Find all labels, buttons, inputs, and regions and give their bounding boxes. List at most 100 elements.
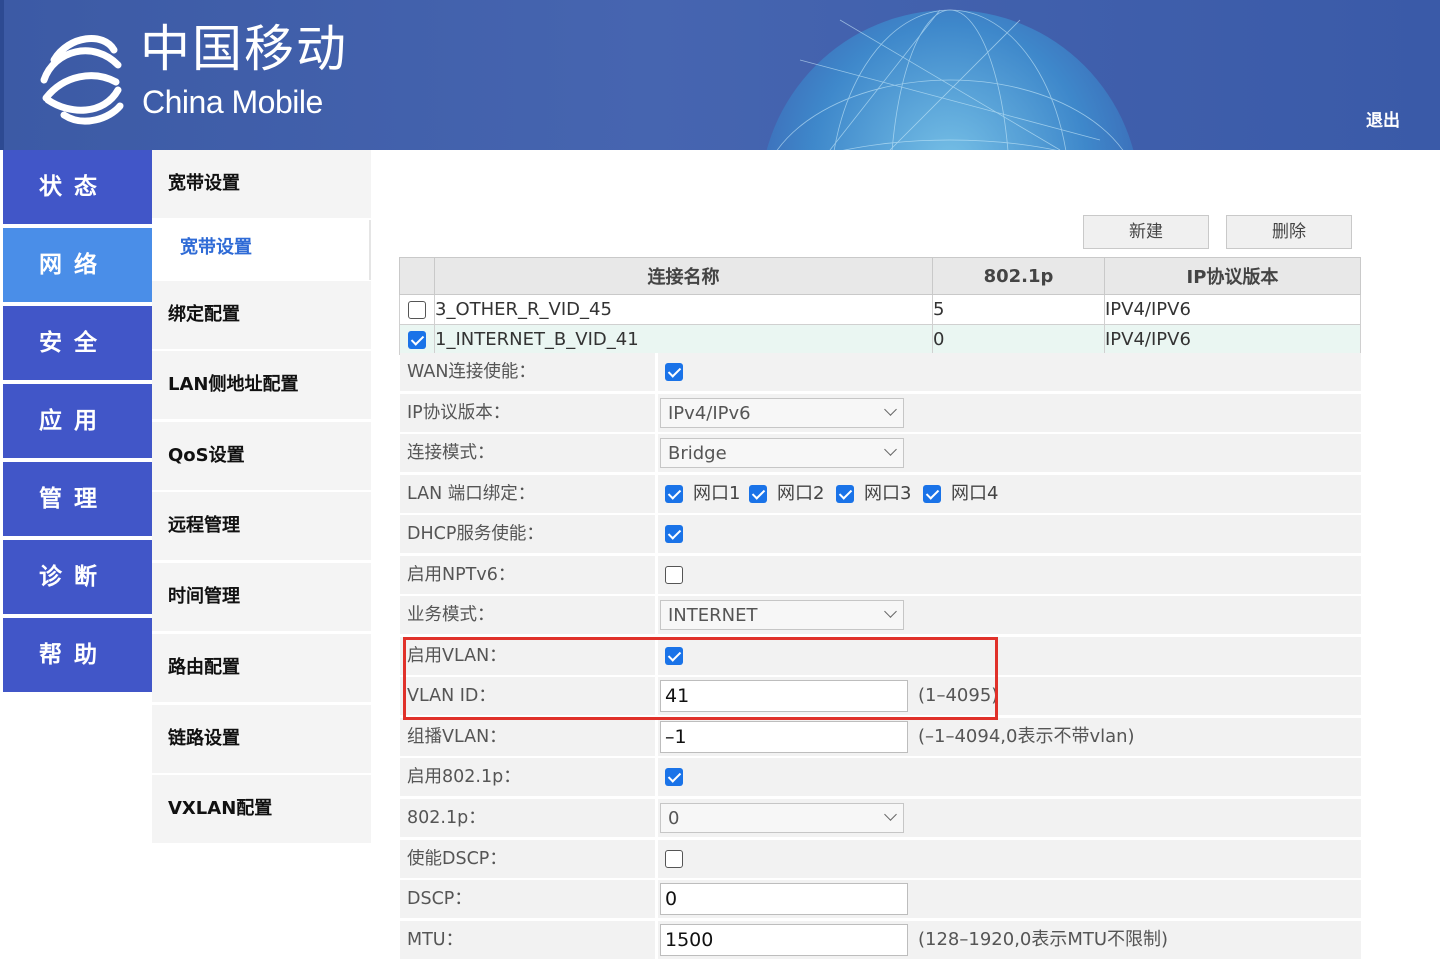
brand-chinese-name: 中国移动 bbox=[140, 20, 348, 78]
mtu-label: MTU： bbox=[407, 930, 464, 950]
form-row-mtu: MTU： 1500 (128–1920,0表示MTU不限制) bbox=[400, 921, 1361, 962]
wan-enable-checkbox[interactable] bbox=[665, 363, 683, 381]
mtu-input[interactable]: 1500 bbox=[660, 924, 908, 956]
subnav-broadband-settings[interactable]: 宽带设置 bbox=[167, 220, 371, 280]
row-ipver: IPV4/IPV6 bbox=[1104, 294, 1361, 325]
connection-table: 连接名称 802.1p IP协议版本 3_OTHER_R_VID_45 5 IP… bbox=[399, 257, 1361, 355]
form-row-service-mode: 业务模式： INTERNET bbox=[400, 596, 1361, 637]
brand-english-name: China Mobile bbox=[142, 84, 323, 120]
form-row-conn-mode: 连接模式： Bridge bbox=[400, 434, 1361, 475]
new-button[interactable]: 新建 bbox=[1083, 215, 1209, 249]
subnav-link-settings[interactable]: 链路设置 bbox=[152, 705, 371, 773]
row-8021p: 5 bbox=[932, 294, 1105, 325]
globe-graphic-icon bbox=[766, 9, 1134, 150]
vlan-highlight-box bbox=[403, 637, 998, 720]
row-ipver: IPV4/IPV6 bbox=[1104, 324, 1361, 355]
enable-8021p-label: 启用802.1p： bbox=[407, 767, 521, 787]
dhcp-enable-label: DHCP服务使能： bbox=[407, 524, 544, 544]
service-mode-value: INTERNET bbox=[668, 605, 758, 626]
chevron-down-icon bbox=[884, 443, 897, 456]
multicast-vlan-label: 组播VLAN： bbox=[407, 727, 507, 747]
wan-enable-label: WAN连接使能： bbox=[407, 362, 536, 382]
ip-version-select[interactable]: IPv4/IPv6 bbox=[660, 398, 904, 428]
subnav-remote-management[interactable]: 远程管理 bbox=[152, 492, 371, 560]
nav-item-diagnosis[interactable]: 诊断 bbox=[3, 540, 152, 614]
chevron-down-icon bbox=[884, 808, 897, 821]
nav-item-management[interactable]: 管理 bbox=[3, 462, 152, 536]
form-row-nptv6: 启用NPTv6： bbox=[400, 556, 1361, 597]
multicast-vlan-input[interactable]: –1 bbox=[660, 721, 908, 753]
p8021-select[interactable]: 0 bbox=[660, 803, 904, 833]
subnav-lan-address-config[interactable]: LAN侧地址配置 bbox=[152, 351, 371, 419]
service-mode-select[interactable]: INTERNET bbox=[660, 600, 904, 630]
china-mobile-logo-icon bbox=[40, 35, 124, 125]
row-name: 1_INTERNET_B_VID_41 bbox=[434, 324, 933, 355]
p8021-value: 0 bbox=[668, 808, 680, 829]
subnav-time-management[interactable]: 时间管理 bbox=[152, 563, 371, 631]
enable-8021p-checkbox[interactable] bbox=[665, 768, 683, 786]
subnav-vxlan-config[interactable]: VXLAN配置 bbox=[152, 775, 371, 843]
nav-item-status[interactable]: 状态 bbox=[3, 150, 152, 224]
form-row-dscp: DSCP： 0 bbox=[400, 880, 1361, 921]
delete-button[interactable]: 删除 bbox=[1226, 215, 1352, 249]
form-row-dhcp-enable: DHCP服务使能： bbox=[400, 515, 1361, 556]
lan-port4-label: 网口4 bbox=[951, 483, 999, 504]
table-row-selected[interactable]: 1_INTERNET_B_VID_41 0 IPV4/IPV6 bbox=[399, 324, 1361, 355]
conn-mode-select[interactable]: Bridge bbox=[660, 438, 904, 468]
lan-bind-label: LAN 端口绑定： bbox=[407, 484, 536, 504]
lan-port4-checkbox[interactable] bbox=[923, 485, 941, 503]
table-row[interactable]: 3_OTHER_R_VID_45 5 IPV4/IPV6 bbox=[399, 294, 1361, 325]
dscp-enable-label: 使能DSCP： bbox=[407, 849, 507, 869]
lan-port3-checkbox[interactable] bbox=[836, 485, 854, 503]
table-header-8021p: 802.1p bbox=[932, 257, 1105, 295]
form-row-dscp-enable: 使能DSCP： bbox=[400, 840, 1361, 881]
form-row-lan-bind: LAN 端口绑定： 网口1 网口2 网口3 网口4 bbox=[400, 475, 1361, 516]
form-row-wan-enable: WAN连接使能： bbox=[400, 353, 1361, 394]
conn-mode-label: 连接模式： bbox=[407, 443, 495, 463]
dhcp-enable-checkbox[interactable] bbox=[665, 525, 683, 543]
row-checkbox[interactable] bbox=[408, 301, 426, 319]
nav-item-network[interactable]: 网络 bbox=[3, 228, 152, 302]
sub-nav: 宽带设置 宽带设置 绑定配置 LAN侧地址配置 QoS设置 远程管理 时间管理 … bbox=[152, 150, 371, 845]
subnav-qos-settings[interactable]: QoS设置 bbox=[152, 422, 371, 490]
lan-port2-checkbox[interactable] bbox=[749, 485, 767, 503]
row-name: 3_OTHER_R_VID_45 bbox=[434, 294, 933, 325]
table-header-row: 连接名称 802.1p IP协议版本 bbox=[399, 257, 1361, 295]
conn-mode-value: Bridge bbox=[668, 443, 727, 464]
table-header-ipver: IP协议版本 bbox=[1104, 257, 1361, 295]
nav-item-security[interactable]: 安全 bbox=[3, 306, 152, 380]
chevron-down-icon bbox=[884, 605, 897, 618]
nptv6-label: 启用NPTv6： bbox=[407, 565, 516, 585]
nav-item-application[interactable]: 应用 bbox=[3, 384, 152, 458]
lan-port3-label: 网口3 bbox=[864, 483, 912, 504]
mtu-hint: (128–1920,0表示MTU不限制) bbox=[918, 929, 1169, 950]
form-row-ip-version: IP协议版本： IPv4/IPv6 bbox=[400, 394, 1361, 435]
header-banner: 中国移动 China Mobile 退出 bbox=[0, 0, 1440, 150]
table-header-name: 连接名称 bbox=[434, 257, 933, 295]
nav-item-help[interactable]: 帮助 bbox=[3, 618, 152, 692]
logout-link[interactable]: 退出 bbox=[1366, 106, 1400, 131]
main-nav: 状态 网络 安全 应用 管理 诊断 帮助 bbox=[0, 150, 152, 695]
chevron-down-icon bbox=[884, 403, 897, 416]
dscp-enable-checkbox[interactable] bbox=[665, 850, 683, 868]
ip-version-label: IP协议版本： bbox=[407, 403, 511, 423]
form-row-8021p: 802.1p： 0 bbox=[400, 799, 1361, 840]
multicast-vlan-hint: (–1–4094,0表示不带vlan) bbox=[918, 726, 1135, 747]
row-8021p: 0 bbox=[932, 324, 1105, 355]
form-row-multicast-vlan: 组播VLAN： –1 (–1–4094,0表示不带vlan) bbox=[400, 718, 1361, 759]
lan-port1-label: 网口1 bbox=[693, 483, 741, 504]
nptv6-checkbox[interactable] bbox=[665, 566, 683, 584]
lan-port1-checkbox[interactable] bbox=[665, 485, 683, 503]
dscp-input[interactable]: 0 bbox=[660, 883, 908, 915]
row-select-cell bbox=[399, 324, 435, 355]
header-edge bbox=[0, 0, 4, 150]
service-mode-label: 业务模式： bbox=[407, 605, 495, 625]
row-checkbox[interactable] bbox=[408, 331, 426, 349]
subnav-route-config[interactable]: 路由配置 bbox=[152, 634, 371, 702]
form-row-enable-8021p: 启用802.1p： bbox=[400, 758, 1361, 799]
p8021-label: 802.1p： bbox=[407, 808, 486, 828]
subnav-broadband-header[interactable]: 宽带设置 bbox=[152, 150, 371, 218]
subnav-binding-config[interactable]: 绑定配置 bbox=[152, 281, 371, 349]
lan-port2-label: 网口2 bbox=[777, 483, 825, 504]
dscp-label: DSCP： bbox=[407, 889, 472, 909]
